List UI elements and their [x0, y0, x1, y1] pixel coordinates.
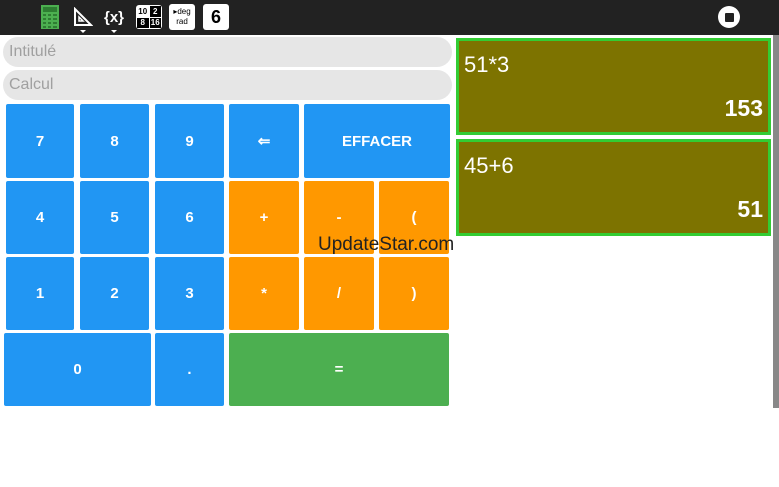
toolbar: {x} 10 2 8 16 ▸deg rad 6 — [0, 0, 779, 35]
title-input[interactable]: Intitulé — [3, 37, 452, 67]
fraction-top-left: 10 — [137, 6, 149, 17]
backspace-button[interactable]: ⇐ — [229, 104, 299, 178]
decimal-point-button[interactable]: . — [155, 333, 224, 406]
key-8[interactable]: 8 — [80, 104, 149, 178]
calculator-icon[interactable] — [39, 3, 61, 31]
angle-mode-rad: rad — [176, 17, 188, 26]
fraction-bottom-left: 8 — [137, 17, 149, 28]
history-result: 153 — [724, 95, 763, 121]
fraction-bottom-right: 16 — [149, 17, 161, 28]
variables-icon-label: {x} — [103, 8, 125, 26]
fraction-icon[interactable]: 10 2 8 16 — [135, 3, 163, 31]
variables-icon[interactable]: {x} — [102, 3, 126, 33]
key-1[interactable]: 1 — [6, 257, 74, 330]
history-entry[interactable]: 45+6 51 — [456, 139, 771, 236]
angle-mode-deg: ▸deg — [173, 7, 191, 16]
history-expression: 51*3 — [464, 52, 510, 77]
stop-icon[interactable] — [716, 3, 742, 31]
key-5[interactable]: 5 — [80, 181, 149, 254]
watermark: UpdateStar.com — [318, 234, 455, 255]
history-result: 51 — [737, 196, 763, 222]
key-2[interactable]: 2 — [80, 257, 149, 330]
precision-value: 6 — [210, 6, 221, 27]
multiply-button[interactable]: * — [229, 257, 299, 330]
divide-button[interactable]: / — [304, 257, 374, 330]
close-paren-button[interactable]: ) — [379, 257, 449, 330]
clear-button[interactable]: EFFACER — [304, 104, 450, 178]
dropdown-caret-icon — [80, 30, 86, 33]
geometry-icon[interactable] — [72, 3, 94, 33]
key-3[interactable]: 3 — [155, 257, 224, 330]
calculation-input-placeholder: Calcul — [9, 76, 54, 93]
key-9[interactable]: 9 — [155, 104, 224, 178]
key-0[interactable]: 0 — [4, 333, 151, 406]
fraction-top-right: 2 — [149, 6, 161, 17]
equals-button[interactable]: = — [229, 333, 449, 406]
precision-icon[interactable]: 6 — [202, 3, 230, 31]
calculation-input[interactable]: Calcul — [3, 70, 452, 100]
history-expression: 45+6 — [464, 153, 514, 178]
key-4[interactable]: 4 — [6, 181, 74, 254]
history-scrollbar[interactable] — [773, 35, 779, 408]
plus-button[interactable]: + — [229, 181, 299, 254]
key-6[interactable]: 6 — [155, 181, 224, 254]
dropdown-caret-icon — [111, 30, 117, 33]
title-input-placeholder: Intitulé — [9, 43, 57, 60]
history-entry[interactable]: 51*3 153 — [456, 38, 771, 135]
key-7[interactable]: 7 — [6, 104, 74, 178]
angle-mode-icon[interactable]: ▸deg rad — [168, 3, 196, 31]
